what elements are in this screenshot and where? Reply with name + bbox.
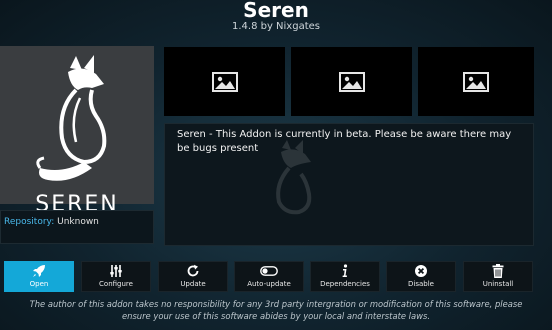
addon-logo: SEREN <box>0 46 154 217</box>
info-icon <box>342 264 348 277</box>
repository-info: Repository: Unknown <box>0 210 154 244</box>
toggle-icon <box>260 266 278 276</box>
disclaimer-line-2: ensure your use of this software abides … <box>121 311 431 321</box>
fox-logo-icon <box>36 55 107 181</box>
screenshot-thumbnail-1[interactable] <box>164 47 285 116</box>
addon-title: Seren <box>243 0 309 22</box>
sliders-icon <box>110 265 122 277</box>
auto-update-button[interactable]: Auto-update <box>234 261 304 292</box>
dependencies-button[interactable]: Dependencies <box>310 261 380 292</box>
screenshot-thumbnail-2[interactable] <box>291 47 412 116</box>
disclaimer: The author of this addon takes no respon… <box>0 298 552 322</box>
open-button-label: Open <box>29 280 49 288</box>
auto-update-button-label: Auto-update <box>247 280 291 288</box>
open-button[interactable]: Open <box>4 261 74 292</box>
configure-button-label: Configure <box>99 280 133 288</box>
refresh-icon <box>187 264 199 277</box>
repository-label: Repository: Unknown <box>4 217 99 227</box>
dependencies-button-label: Dependencies <box>320 280 370 288</box>
disable-button[interactable]: Disable <box>386 261 456 292</box>
repository-value: Unknown <box>57 217 99 227</box>
disable-button-label: Disable <box>408 280 434 288</box>
image-placeholder-icon <box>338 71 365 92</box>
uninstall-button[interactable]: Uninstall <box>463 261 533 292</box>
disable-icon <box>415 265 427 277</box>
image-placeholder-icon <box>463 71 489 92</box>
screenshot-thumbnail-3[interactable] <box>418 47 534 116</box>
uninstall-button-label: Uninstall <box>482 280 514 288</box>
update-button[interactable]: Update <box>158 261 228 292</box>
image-placeholder-icon <box>211 71 238 92</box>
rocket-icon <box>33 265 45 277</box>
trash-icon <box>492 264 504 278</box>
addon-version-author: 1.4.8 by Nixgates <box>231 21 320 32</box>
disclaimer-line-1: The author of this addon takes no respon… <box>29 299 523 309</box>
addon-description: Seren - This Addon is currently in beta.… <box>164 123 534 246</box>
configure-button[interactable]: Configure <box>81 261 151 292</box>
description-text: Seren - This Addon is currently in beta.… <box>177 129 512 154</box>
update-button-label: Update <box>180 280 206 288</box>
